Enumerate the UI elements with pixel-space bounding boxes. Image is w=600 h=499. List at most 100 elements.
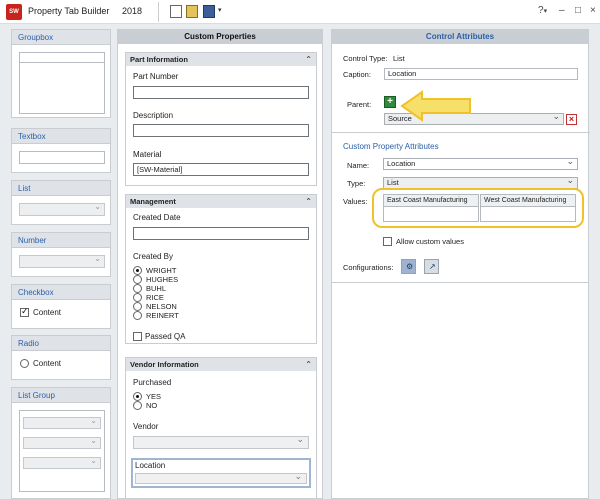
location-select[interactable] [135,471,307,484]
created-by-option[interactable]: BUHL [133,284,166,293]
created-by-label: Created By [133,252,174,261]
vendor-information-header[interactable]: Vendor Information ⌃ [126,358,316,371]
config-glyph: ⚙ [406,262,414,271]
name-select[interactable]: Location [383,156,578,170]
option-label: BUHL [146,284,167,293]
save-icon[interactable] [203,5,215,18]
created-by-option[interactable]: HUGHES [133,275,178,284]
textbox-preview [19,151,105,164]
palette-radio[interactable]: Radio Content [11,335,111,380]
created-by-option[interactable]: RICE [133,293,164,302]
created-date-label: Created Date [133,213,181,222]
radio-icon [133,401,142,410]
minimize-button[interactable]: – [559,5,565,16]
part-information-title: Part Information [130,55,188,64]
number-preview [19,254,105,268]
option-label: WRIGHT [146,266,177,275]
control-attributes-panel: Control Attributes Control Type: List Ca… [331,29,590,499]
section-divider [332,282,588,283]
palette-groupbox[interactable]: Groupbox [11,29,111,118]
collapse-icon[interactable]: ⌃ [305,53,312,66]
passed-qa-checkbox[interactable] [133,332,142,341]
new-document-icon[interactable] [170,5,182,18]
custom-properties-title: Custom Properties [118,30,322,44]
list-group-combo [23,436,101,449]
palette-list-group[interactable]: List Group [11,387,111,499]
description-input[interactable] [133,124,309,137]
checkbox-preview-label: Content [33,308,62,317]
toolbar-divider [158,2,159,22]
application-window: SW Property Tab Builder 2018 ▾ ?▾ – □ × … [0,0,600,499]
management-header[interactable]: Management ⌃ [126,195,316,208]
part-number-label: Part Number [133,72,179,81]
toolbar-dropdown-icon[interactable]: ▾ [218,6,222,14]
allow-custom-values-label: Allow custom values [396,237,464,246]
palette-groupbox-title: Groupbox [12,30,110,45]
control-type-value: List [393,54,405,63]
created-by-option[interactable]: REINERT [133,311,179,320]
vendor-information-group[interactable]: Vendor Information ⌃ Purchased YES NO Ve… [125,357,317,499]
allow-custom-values-checkbox[interactable] [383,237,392,246]
material-input[interactable]: [SW-Material] [133,163,309,176]
close-button[interactable]: × [590,5,596,16]
collapse-icon[interactable]: ⌃ [305,195,312,208]
passed-qa-label: Passed QA [145,332,186,341]
management-group[interactable]: Management ⌃ Created Date Created By WRI… [125,194,317,344]
help-button[interactable]: ?▾ [538,5,547,16]
purchased-option[interactable]: NO [133,401,157,410]
created-by-option[interactable]: NELSON [133,302,177,311]
palette-checkbox[interactable]: Checkbox Content [11,284,111,329]
created-by-option[interactable]: WRIGHT [133,266,176,275]
radio-icon [133,311,142,320]
control-attributes-title: Control Attributes [332,30,588,44]
radio-preview [20,359,29,368]
type-label: Type: [347,179,366,188]
groupbox-preview [19,52,105,114]
configurations-label: Configurations: [343,263,394,272]
palette-list[interactable]: List [11,180,111,225]
palette-number[interactable]: Number [11,232,111,277]
purchased-option[interactable]: YES [133,392,161,401]
parent-label: Parent: [347,100,372,109]
control-type-label: Control Type: [343,54,388,63]
palette-list-group-title: List Group [12,388,110,403]
caption-label: Caption: [343,70,371,79]
option-label: NELSON [146,302,177,311]
radio-preview-label: Content [33,359,62,368]
vendor-select[interactable] [133,434,309,449]
option-label: RICE [146,293,164,302]
palette-textbox[interactable]: Textbox [11,128,111,173]
configuration-specific-icon[interactable]: ⚙ [401,259,416,274]
callout-arrow-icon [400,90,471,122]
part-information-header[interactable]: Part Information ⌃ [126,53,316,66]
list-group-combo [23,456,101,469]
palette-textbox-title: Textbox [12,129,110,144]
option-label: NO [146,401,158,410]
values-highlight-callout [372,188,584,228]
radio-icon [133,275,142,284]
app-version: 2018 [122,6,143,16]
part-number-input[interactable] [133,86,309,99]
open-folder-icon[interactable] [186,5,198,18]
location-control-selected[interactable]: Location [131,458,311,488]
collapse-icon[interactable]: ⌃ [305,358,312,371]
created-date-input[interactable] [133,227,309,240]
app-title: Property Tab Builder [28,6,110,16]
remove-parent-icon[interactable]: × [566,114,577,125]
link-configuration-icon[interactable]: ↗ [424,259,439,274]
custom-property-attributes-title: Custom Property Attributes [343,142,439,151]
management-title: Management [130,197,176,206]
description-label: Description [133,111,174,120]
palette-list-title: List [12,181,110,196]
vendor-label: Vendor [133,422,159,431]
maximize-button[interactable]: □ [575,5,581,16]
palette-radio-title: Radio [12,336,110,351]
part-information-group[interactable]: Part Information ⌃ Part Number Descripti… [125,52,317,186]
config-glyph: ↗ [429,262,436,271]
add-parent-icon[interactable]: + [384,96,396,108]
material-label: Material [133,150,162,159]
purchased-label: Purchased [133,378,172,387]
caption-input[interactable]: Location [384,68,578,80]
name-label: Name: [347,161,370,170]
list-group-preview [19,410,105,492]
